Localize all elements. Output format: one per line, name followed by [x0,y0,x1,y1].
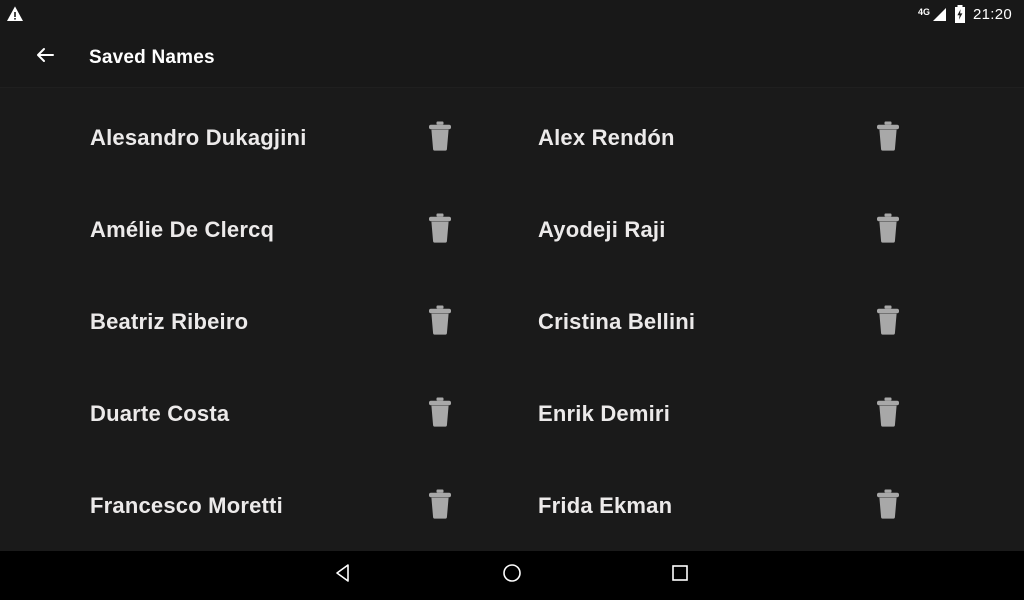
name-row: Francesco Moretti [0,460,451,551]
delete-name-button[interactable] [868,484,908,528]
back-triangle-icon [333,562,355,589]
recents-square-icon [669,562,691,589]
name-label: Alesandro Dukagjini [90,125,307,150]
device-screen: 4G 21:20 Saved Names Alesandro Dukagjini… [0,0,1024,600]
saved-names-list: Alesandro Dukagjini Alex Rendón Amélie De … [0,88,1024,551]
name-row: Frida Ekman [448,460,1024,551]
name-row: Amélie De Clercq [0,184,451,276]
nav-recents-button[interactable] [656,552,704,600]
page-title: Saved Names [89,46,215,68]
status-bar-right: 4G 21:20 [918,5,1012,23]
signal-bars-icon: 4G [918,7,947,22]
name-label: Cristina Bellini [538,309,696,334]
delete-name-button[interactable] [868,300,908,344]
name-label: Francesco Moretti [90,493,283,518]
name-label: Beatriz Ribeiro [90,309,249,334]
name-row: Enrik Demiri [448,368,1024,460]
status-bar-clock: 21:20 [972,5,1012,23]
name-label: Duarte Costa [90,401,230,426]
name-label: Ayodeji Raji [538,217,666,242]
name-row: Alex Rendón [448,92,1024,184]
trash-icon [875,397,901,432]
nav-home-button[interactable] [488,552,536,600]
delete-name-button[interactable] [868,208,908,252]
name-row: Cristina Bellini [448,276,1024,368]
trash-icon [875,305,901,340]
names-grid: Alesandro Dukagjini Alex Rendón Amélie De … [0,92,1024,551]
status-bar-left [6,5,24,23]
name-row: Alesandro Dukagjini [0,92,451,184]
network-type-label: 4G [917,6,930,17]
home-circle-icon [501,562,523,589]
arrow-left-icon [33,43,57,72]
name-row: Beatriz Ribeiro [0,276,451,368]
trash-icon [875,213,901,248]
name-label: Amélie De Clercq [90,217,275,242]
status-bar: 4G 21:20 [0,0,1024,28]
name-row: Ayodeji Raji [448,184,1024,276]
name-label: Enrik Demiri [538,401,671,426]
app-toolbar: Saved Names [0,28,1024,88]
name-label: Alex Rendón [538,125,675,150]
delete-name-button[interactable] [868,392,908,436]
nav-back-button[interactable] [320,552,368,600]
toolbar-back-button[interactable] [28,41,62,75]
battery-charging-icon [954,5,966,23]
system-navigation-bar [0,551,1024,600]
trash-icon [875,121,901,156]
trash-icon [875,489,901,524]
name-label: Frida Ekman [538,493,673,518]
delete-name-button[interactable] [868,116,908,160]
name-row: Duarte Costa [0,368,451,460]
warning-triangle-icon [6,5,24,23]
